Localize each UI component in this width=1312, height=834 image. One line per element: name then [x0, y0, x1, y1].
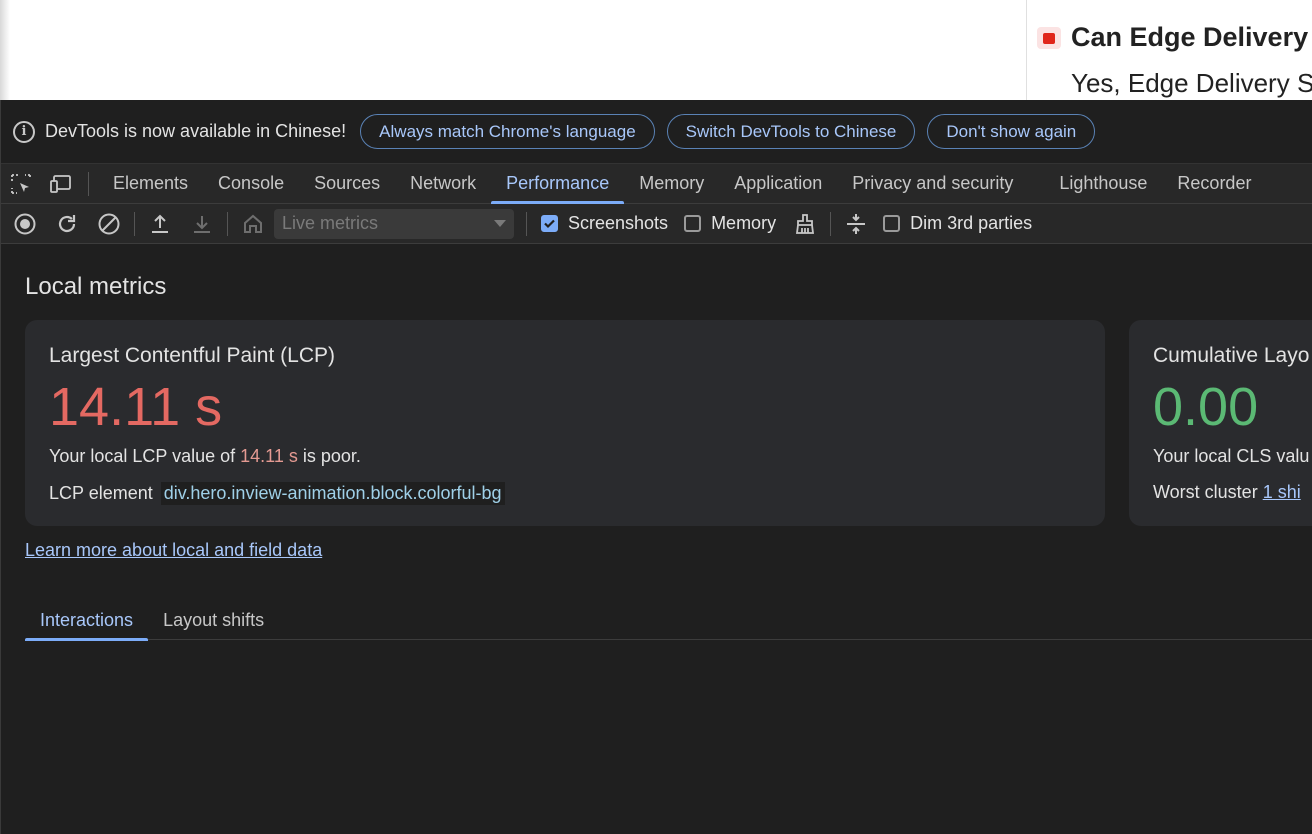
dim-3rd-parties-checkbox[interactable]: Dim 3rd parties — [883, 213, 1032, 234]
cls-card: Cumulative Layo 0.00 Your local CLS valu… — [1129, 320, 1312, 526]
reload-record-icon[interactable] — [46, 204, 88, 244]
cls-cluster-row: Worst cluster 1 shi — [1153, 482, 1301, 503]
dont-show-again-button[interactable]: Don't show again — [927, 114, 1096, 149]
clear-icon[interactable] — [88, 204, 130, 244]
learn-more-link[interactable]: Learn more about local and field data — [25, 540, 322, 561]
tab-memory[interactable]: Memory — [624, 164, 719, 204]
garbage-collect-icon[interactable] — [784, 204, 826, 244]
tab-elements[interactable]: Elements — [98, 164, 203, 204]
live-metrics-view: Local metrics Largest Contentful Paint (… — [1, 245, 1312, 834]
tab-application[interactable]: Application — [719, 164, 837, 204]
checkbox-icon — [684, 215, 702, 232]
faq-answer: Yes, Edge Delivery S — [1071, 68, 1312, 98]
devtools-panel: i DevTools is now available in Chinese! … — [0, 100, 1312, 834]
download-icon[interactable] — [181, 204, 223, 244]
lcp-element-row: LCP element div.hero.inview-animation.bl… — [49, 482, 505, 505]
memory-checkbox[interactable]: Memory — [684, 213, 776, 234]
faq-divider — [1026, 0, 1027, 100]
collapse-icon[interactable] — [835, 204, 877, 244]
cls-cluster-link[interactable]: 1 shi — [1263, 482, 1301, 503]
tabbar-separator — [88, 171, 89, 196]
cls-description: Your local CLS valu — [1153, 446, 1310, 466]
language-infobar: i DevTools is now available in Chinese! … — [1, 100, 1312, 164]
inspect-element-icon[interactable] — [1, 164, 41, 204]
chevron-down-icon — [494, 220, 506, 227]
lcp-description: Your local LCP value of 14.11 s is poor. — [49, 446, 361, 467]
tab-sources[interactable]: Sources — [299, 164, 395, 204]
toolbar-separator — [830, 211, 832, 236]
screenshots-label: Screenshots — [568, 213, 669, 233]
lcp-element-node[interactable]: div.hero.inview-animation.block.colorful… — [160, 482, 505, 505]
tab-lighthouse[interactable]: Lighthouse — [1044, 164, 1162, 204]
lcp-card: Largest Contentful Paint (LCP) 14.11 s Y… — [25, 320, 1105, 526]
live-metrics-value: Live metrics — [282, 213, 379, 233]
infobar-message: DevTools is now available in Chinese! — [45, 121, 347, 141]
section-title: Local metrics — [25, 273, 167, 300]
page-edge — [0, 0, 10, 100]
lcp-desc-prefix: Your local LCP value of — [49, 446, 241, 466]
tab-performance[interactable]: Performance — [491, 164, 625, 204]
switch-to-chinese-button[interactable]: Switch DevTools to Chinese — [666, 114, 916, 149]
cls-title: Cumulative Layo — [1153, 344, 1310, 367]
tab-recorder[interactable]: Recorder — [1162, 164, 1266, 204]
devtools-tabbar: Elements Console Sources Network Perform… — [1, 164, 1312, 204]
dim-3rd-parties-label: Dim 3rd parties — [910, 213, 1033, 233]
lcp-element-label: LCP element — [49, 483, 153, 503]
screenshots-checkbox[interactable]: Screenshots — [541, 213, 668, 234]
faq-question[interactable]: Can Edge Delivery S — [1071, 22, 1312, 53]
record-icon[interactable] — [4, 204, 46, 244]
webpage-viewport: Can Edge Delivery S Yes, Edge Delivery S — [0, 0, 1312, 100]
tab-console[interactable]: Console — [203, 164, 299, 204]
tab-network[interactable]: Network — [395, 164, 491, 204]
cls-cluster-label: Worst cluster — [1153, 482, 1263, 502]
faq-bullet-icon — [1037, 27, 1061, 49]
always-match-language-button[interactable]: Always match Chrome's language — [360, 114, 655, 149]
memory-label: Memory — [711, 213, 777, 233]
lcp-desc-suffix: is poor. — [297, 446, 361, 466]
subtab-interactions[interactable]: Interactions — [25, 600, 149, 641]
checkbox-icon — [883, 215, 901, 232]
upload-icon[interactable] — [139, 204, 181, 244]
metrics-subtabs: Interactions Layout shifts — [25, 600, 1312, 641]
performance-toolbar: Live metrics Screenshots Memory Dim 3rd … — [1, 204, 1312, 244]
toolbar-separator — [227, 211, 228, 236]
lcp-title: Largest Contentful Paint (LCP) — [49, 344, 335, 367]
live-metrics-select[interactable]: Live metrics — [274, 208, 514, 239]
cls-value: 0.00 — [1153, 377, 1259, 437]
device-toolbar-icon[interactable] — [41, 164, 81, 204]
lcp-value: 14.11 s — [49, 377, 223, 437]
subtab-layout-shifts[interactable]: Layout shifts — [148, 600, 279, 640]
info-icon: i — [13, 120, 35, 143]
toolbar-separator — [526, 211, 527, 236]
lcp-desc-value: 14.11 s — [240, 446, 298, 466]
toolbar-separator — [134, 211, 135, 236]
home-icon[interactable] — [232, 204, 274, 244]
tab-privacy-security[interactable]: Privacy and security — [837, 164, 1028, 204]
checkmark-icon — [541, 215, 558, 232]
